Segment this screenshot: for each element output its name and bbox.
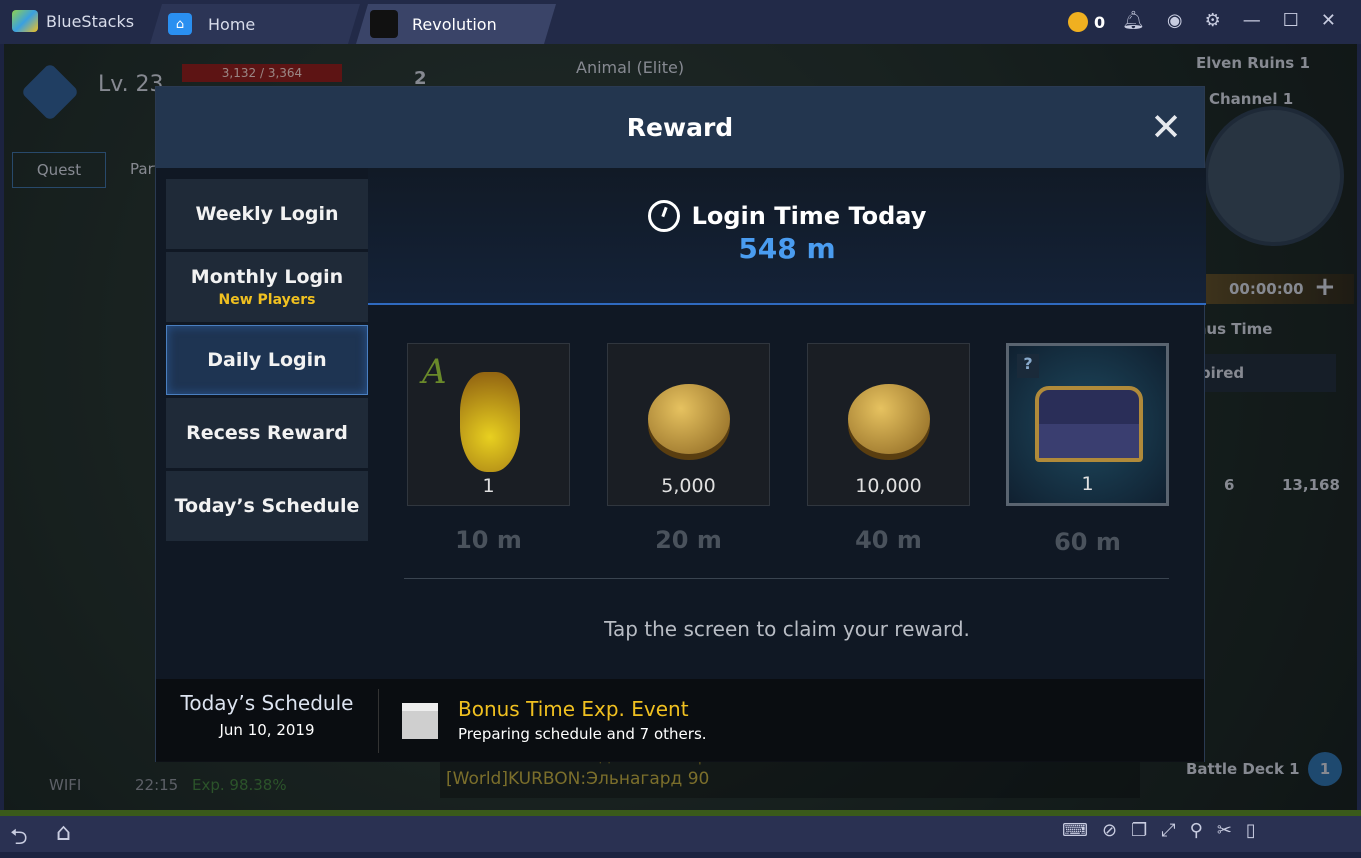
- reward-time: 20 m: [655, 526, 722, 554]
- tap-hint: Tap the screen to claim your reward.: [604, 617, 970, 641]
- reward-quantity: 10,000: [855, 475, 922, 497]
- coin-count: 0: [1094, 12, 1106, 32]
- bell-icon[interactable]: 🔔︎: [1122, 10, 1145, 31]
- reward-quantity: 5,000: [661, 475, 716, 497]
- schedule-footer[interactable]: Today’s Schedule Jun 10, 2019 Bonus Time…: [156, 679, 1204, 762]
- event-title: Bonus Time Exp. Event: [458, 697, 689, 721]
- tab-label: Revolution: [412, 14, 497, 34]
- login-time-title: Login Time Today: [691, 202, 927, 230]
- bluestacks-logo-icon: [12, 10, 38, 32]
- tab-label: Daily Login: [207, 349, 327, 371]
- reward-slot[interactable]: ? 1 60 m: [1006, 343, 1169, 556]
- android-navbar: ⮌ ⌂ ⌨ ⊘ ❐ ⤢ ⚲ ✂ ▯: [0, 810, 1361, 852]
- schedule-date: Jun 10, 2019: [219, 721, 315, 739]
- login-time-panel: Login Time Today 548 m: [368, 168, 1206, 305]
- game-icon: [370, 10, 398, 38]
- maximize-icon[interactable]: ☐: [1283, 10, 1299, 31]
- tab-weekly-login[interactable]: Weekly Login: [166, 179, 368, 249]
- scissors-icon[interactable]: ✂: [1217, 820, 1232, 841]
- login-time-value: 548 m: [738, 232, 836, 265]
- grade-badge: A: [422, 352, 447, 392]
- close-window-icon[interactable]: ✕: [1321, 10, 1336, 31]
- tab-revolution[interactable]: Revolution: [356, 4, 556, 44]
- potion-icon: [460, 372, 520, 472]
- clock-icon: [647, 200, 680, 232]
- reward-tabs: Weekly Login Monthly Login New Players Da…: [166, 179, 368, 544]
- tab-label: Monthly Login: [190, 266, 344, 288]
- gold-coin-icon: [648, 384, 730, 454]
- gift-icon: [402, 703, 438, 739]
- reward-slot[interactable]: A 1 10 m: [407, 343, 570, 554]
- keyboard-icon[interactable]: ⌨: [1062, 820, 1088, 841]
- tab-todays-schedule[interactable]: Today’s Schedule: [166, 471, 368, 541]
- account-icon[interactable]: ◉: [1167, 10, 1183, 31]
- home-icon: ⌂: [168, 13, 192, 35]
- tab-home[interactable]: ⌂ Home: [150, 4, 360, 44]
- divider: [378, 689, 379, 753]
- treasure-chest-icon: [1035, 386, 1143, 462]
- reward-slot[interactable]: 10,000 40 m: [807, 343, 970, 554]
- location-icon[interactable]: ⚲: [1190, 820, 1203, 841]
- gear-icon[interactable]: ⚙: [1205, 10, 1221, 31]
- app-name: BlueStacks: [46, 11, 135, 31]
- reward-time: 60 m: [1054, 528, 1121, 556]
- tab-label: Today’s Schedule: [174, 495, 360, 517]
- reward-time: 10 m: [455, 526, 522, 554]
- minimize-icon[interactable]: —: [1243, 10, 1261, 31]
- tab-monthly-login[interactable]: Monthly Login New Players: [166, 252, 368, 322]
- gold-coin-icon: [848, 384, 930, 454]
- tab-label: Recess Reward: [186, 422, 348, 444]
- tab-recess-reward[interactable]: Recess Reward: [166, 398, 368, 468]
- fullscreen-icon[interactable]: ⤢: [1161, 820, 1175, 841]
- dialog-header: Reward ✕: [156, 87, 1204, 168]
- tab-label: Weekly Login: [195, 203, 339, 225]
- reward-quantity: 1: [482, 475, 495, 497]
- location-off-icon[interactable]: ⊘: [1102, 820, 1117, 841]
- tab-sublabel: New Players: [218, 292, 316, 308]
- window-titlebar: BlueStacks ⌂ Home Revolution 0 🔔︎ ◉ ⚙ — …: [0, 0, 1361, 44]
- close-icon[interactable]: ✕: [1150, 107, 1182, 147]
- tab-label: Home: [208, 14, 256, 34]
- rotate-icon[interactable]: ▯: [1246, 820, 1256, 841]
- tab-daily-login[interactable]: Daily Login: [166, 325, 368, 395]
- reward-quantity: 1: [1081, 473, 1094, 495]
- multi-instance-icon[interactable]: ❐: [1131, 820, 1147, 841]
- coin-counter[interactable]: 0: [1068, 12, 1105, 32]
- reward-dialog[interactable]: Reward ✕ Weekly Login Monthly Login New P…: [155, 86, 1206, 762]
- reward-slot[interactable]: 5,000 20 m: [607, 343, 770, 554]
- coin-icon: [1068, 12, 1088, 32]
- back-icon[interactable]: ⮌: [10, 820, 28, 858]
- schedule-label: Today’s Schedule: [180, 691, 354, 715]
- divider: [404, 578, 1169, 579]
- bluestacks-logo: BlueStacks: [12, 10, 134, 32]
- dialog-title: Reward: [626, 113, 734, 142]
- home-nav-icon[interactable]: ⌂: [56, 818, 71, 846]
- reward-time: 40 m: [855, 526, 922, 554]
- mystery-badge: ?: [1017, 354, 1039, 378]
- event-description: Preparing schedule and 7 others.: [458, 725, 707, 743]
